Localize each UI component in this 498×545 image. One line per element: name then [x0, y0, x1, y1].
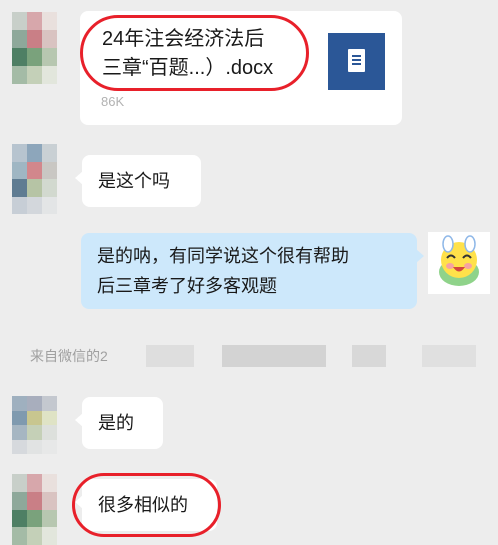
message-text: 很多相似的 — [98, 495, 188, 515]
message-bubble-left[interactable]: 很多相似的 — [75, 479, 217, 531]
file-message-card[interactable]: 24年注会经济法后 三章“百题...）.docx 86K — [80, 11, 402, 125]
redacted-text — [146, 345, 194, 367]
message-text: 是的 — [98, 413, 134, 433]
message-text: 后三章考了好多客观题 — [97, 276, 277, 296]
avatar[interactable] — [12, 396, 72, 454]
file-size: 86K — [101, 94, 125, 109]
file-name: 24年注会经济法后 三章“百题...）.docx — [102, 28, 274, 79]
message-text: 是这个吗 — [98, 171, 170, 191]
message-bubble-left[interactable]: 是的 — [75, 397, 163, 449]
cartoon-bee-icon — [428, 232, 490, 294]
avatar[interactable] — [12, 474, 72, 545]
redacted-text — [222, 345, 326, 367]
message-text: 是的呐，有同学说这个很有帮助 — [97, 246, 349, 266]
avatar[interactable] — [12, 12, 72, 84]
avatar[interactable] — [12, 144, 72, 214]
redacted-text — [352, 345, 386, 367]
message-source-text: 来自微信的2 — [30, 348, 108, 364]
redacted-text — [422, 345, 476, 367]
avatar[interactable] — [428, 232, 490, 294]
message-bubble-left[interactable]: 是这个吗 — [75, 155, 201, 207]
message-bubble-right[interactable]: 是的呐，有同学说这个很有帮助 后三章考了好多客观题 — [81, 233, 424, 309]
word-document-icon — [328, 33, 385, 90]
